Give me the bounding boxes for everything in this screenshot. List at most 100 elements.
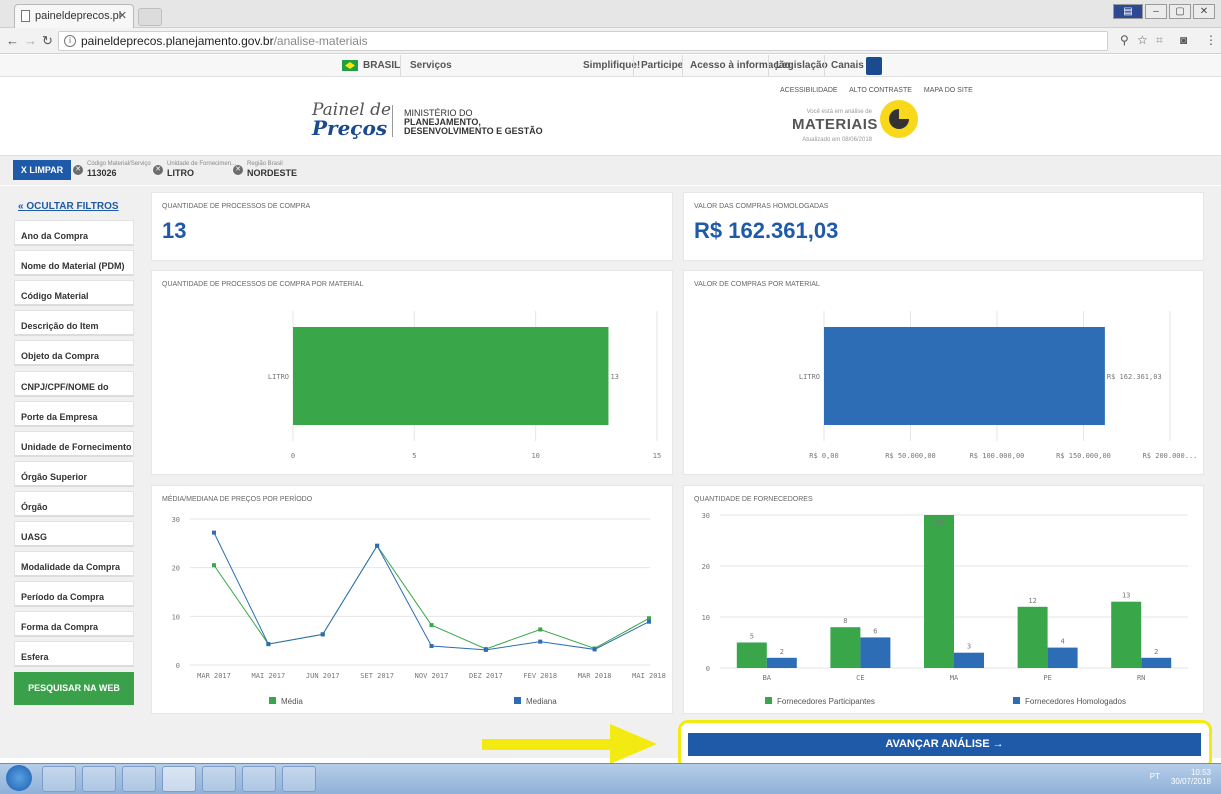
accessibility-icon[interactable] — [866, 57, 882, 75]
filter-chip-region[interactable]: ✕ Região Brasil NORDESTE — [233, 160, 313, 182]
kpi-processes-title: QUANTIDADE DE PROCESSOS DE COMPRA — [162, 203, 311, 210]
x-tick-label: MA — [950, 674, 959, 682]
shield-extension-icon[interactable]: ◙ — [1180, 33, 1187, 47]
bar — [830, 627, 861, 668]
filter-button[interactable]: CNPJ/CPF/NOME do Fornecedor — [14, 371, 134, 422]
url-input[interactable]: i paineldeprecos.planejamento.gov.br/ana… — [58, 31, 1108, 51]
language-icon[interactable]: ▤ — [1113, 4, 1143, 19]
menu-icon[interactable]: ⋮ — [1205, 33, 1217, 47]
data-point — [429, 644, 434, 649]
analysis-title: MATERIAIS — [792, 116, 878, 133]
clear-filters-button[interactable]: X LIMPAR — [13, 160, 71, 180]
filter-chip-unit[interactable]: ✕ Unidade de Fornecimen... LITRO — [153, 160, 236, 182]
x-tick-label: BA — [763, 674, 772, 682]
x-tick-label: R$ 100.000,00 — [970, 452, 1025, 460]
language-indicator[interactable]: PT — [1150, 772, 1160, 781]
new-tab-button[interactable] — [138, 8, 162, 26]
advance-analysis-button[interactable]: AVANÇAR ANÁLISE → — [688, 733, 1201, 756]
maximize-button[interactable]: ▢ — [1169, 4, 1191, 19]
back-icon[interactable]: ← — [6, 33, 19, 48]
folder-icon[interactable] — [82, 766, 116, 792]
gov-link-canais[interactable]: Canais — [831, 60, 864, 71]
clock-date[interactable]: 30/07/2018 — [1171, 777, 1211, 786]
filter-button[interactable]: Nome do Material (PDM) — [14, 250, 134, 276]
paint-icon[interactable] — [282, 766, 316, 792]
chrome-icon[interactable] — [162, 766, 196, 792]
start-button[interactable] — [6, 765, 32, 791]
filter-button[interactable]: Porte da Empresa — [14, 401, 134, 427]
filter-button[interactable]: Descrição do Item — [14, 310, 134, 336]
y-tick-label: 20 — [702, 563, 710, 571]
filter-button[interactable]: Período da Compra — [14, 581, 134, 607]
gov-link-simplifique[interactable]: Simplifique! — [583, 60, 640, 71]
clock-time[interactable]: 10:53 — [1191, 768, 1211, 777]
legend-mediana[interactable]: Mediana — [514, 697, 557, 706]
hide-filters-link[interactable]: « OCULTAR FILTROS — [18, 201, 119, 212]
search-web-button[interactable]: PESQUISAR NA WEB — [14, 672, 134, 705]
system-tray: PT 10:53 30/07/2018 — [1150, 768, 1211, 786]
gov-services[interactable]: Serviços — [410, 60, 452, 71]
filter-button[interactable]: Modalidade da Compra — [14, 551, 134, 577]
url-host: paineldeprecos.planejamento.gov.br — [81, 34, 274, 48]
ministry-line3: DESENVOLVIMENTO E GESTÃO — [404, 126, 543, 136]
data-label: 8 — [843, 617, 847, 625]
filter-button[interactable]: Objeto da Compra — [14, 340, 134, 366]
legend-media[interactable]: Média — [269, 697, 303, 706]
remove-chip-icon[interactable]: ✕ — [233, 165, 243, 175]
legend-participantes[interactable]: Fornecedores Participantes — [765, 697, 875, 706]
gov-country[interactable]: BRASIL — [363, 60, 400, 71]
link-high-contrast[interactable]: ALTO CONTRASTE — [849, 87, 912, 94]
legend-label: Mediana — [526, 697, 557, 706]
media-player-icon[interactable] — [122, 766, 156, 792]
forward-icon[interactable]: → — [24, 33, 37, 48]
remove-chip-icon[interactable]: ✕ — [73, 165, 83, 175]
x-tick-label: 0 — [291, 452, 295, 460]
y-tick-label: 0 — [176, 662, 180, 670]
bookmark-star-icon[interactable]: ☆ — [1137, 33, 1148, 47]
divider — [633, 55, 634, 77]
reload-icon[interactable]: ↻ — [42, 33, 53, 49]
filter-button[interactable]: UASG — [14, 521, 134, 547]
filter-chip-code[interactable]: ✕ Código Material/Serviço 113026 — [73, 160, 153, 182]
close-tab-icon[interactable]: ✕ — [118, 9, 127, 22]
close-window-button[interactable]: ✕ — [1193, 4, 1215, 19]
filter-button[interactable]: Código Material — [14, 280, 134, 306]
ministry-name: MINISTÉRIO DO PLANEJAMENTO, DESENVOLVIME… — [404, 109, 543, 136]
data-point — [212, 530, 216, 535]
filter-button[interactable]: Unidade de Fornecimento — [14, 431, 134, 457]
link-accessibility[interactable]: ACESSIBILIDADE — [780, 87, 838, 94]
filter-button[interactable]: Órgão — [14, 491, 134, 517]
bar — [736, 642, 767, 668]
divider — [682, 55, 683, 77]
word-icon[interactable] — [202, 766, 236, 792]
page-icon — [21, 10, 30, 22]
powerpoint-icon[interactable] — [242, 766, 276, 792]
data-label: 13 — [610, 373, 618, 381]
bar — [954, 652, 984, 668]
filter-button[interactable]: Órgão Superior — [14, 461, 134, 487]
x-tick-label: CE — [856, 674, 864, 682]
remove-chip-icon[interactable]: ✕ — [153, 165, 163, 175]
zoom-icon[interactable]: ⚲ — [1120, 33, 1129, 47]
chart-suppliers-card: QUANTIDADE DE FORNECEDORES 0 10 20 30 BA 5 2 CE… — [683, 485, 1204, 714]
x-tick-label: PE — [1043, 674, 1051, 682]
link-sitemap[interactable]: MAPA DO SITE — [924, 87, 973, 94]
logo-line2[interactable]: Preços — [312, 116, 387, 140]
legend-label: Média — [281, 697, 303, 706]
filter-button[interactable]: Ano da Compra — [14, 220, 134, 246]
filter-button[interactable]: Forma da Compra — [14, 611, 134, 637]
filter-button[interactable]: Esfera — [14, 641, 134, 667]
extension-icon[interactable]: ⌗ — [1156, 33, 1163, 48]
legend-label: Fornecedores Participantes — [777, 697, 875, 706]
data-point — [592, 647, 597, 652]
ie-icon[interactable] — [42, 766, 76, 792]
browser-tab[interactable]: paineldeprecos.planejam ✕ — [14, 4, 134, 28]
value-bar-chart: R$ 0,00 R$ 50.000,00 R$ 100.000,00 R$ 150.0… — [799, 311, 1197, 460]
minimize-button[interactable]: – — [1145, 4, 1167, 19]
data-point — [647, 619, 651, 624]
legend-homologados[interactable]: Fornecedores Homologados — [1013, 697, 1126, 706]
gov-link-legislacao[interactable]: Legislação — [776, 60, 828, 71]
chart-prices-card: MÉDIA/MEDIANA DE PREÇOS POR PERÍODO 0 10 2… — [151, 485, 673, 714]
gov-link-participe[interactable]: Participe — [641, 60, 683, 71]
info-icon[interactable]: i — [64, 35, 76, 47]
